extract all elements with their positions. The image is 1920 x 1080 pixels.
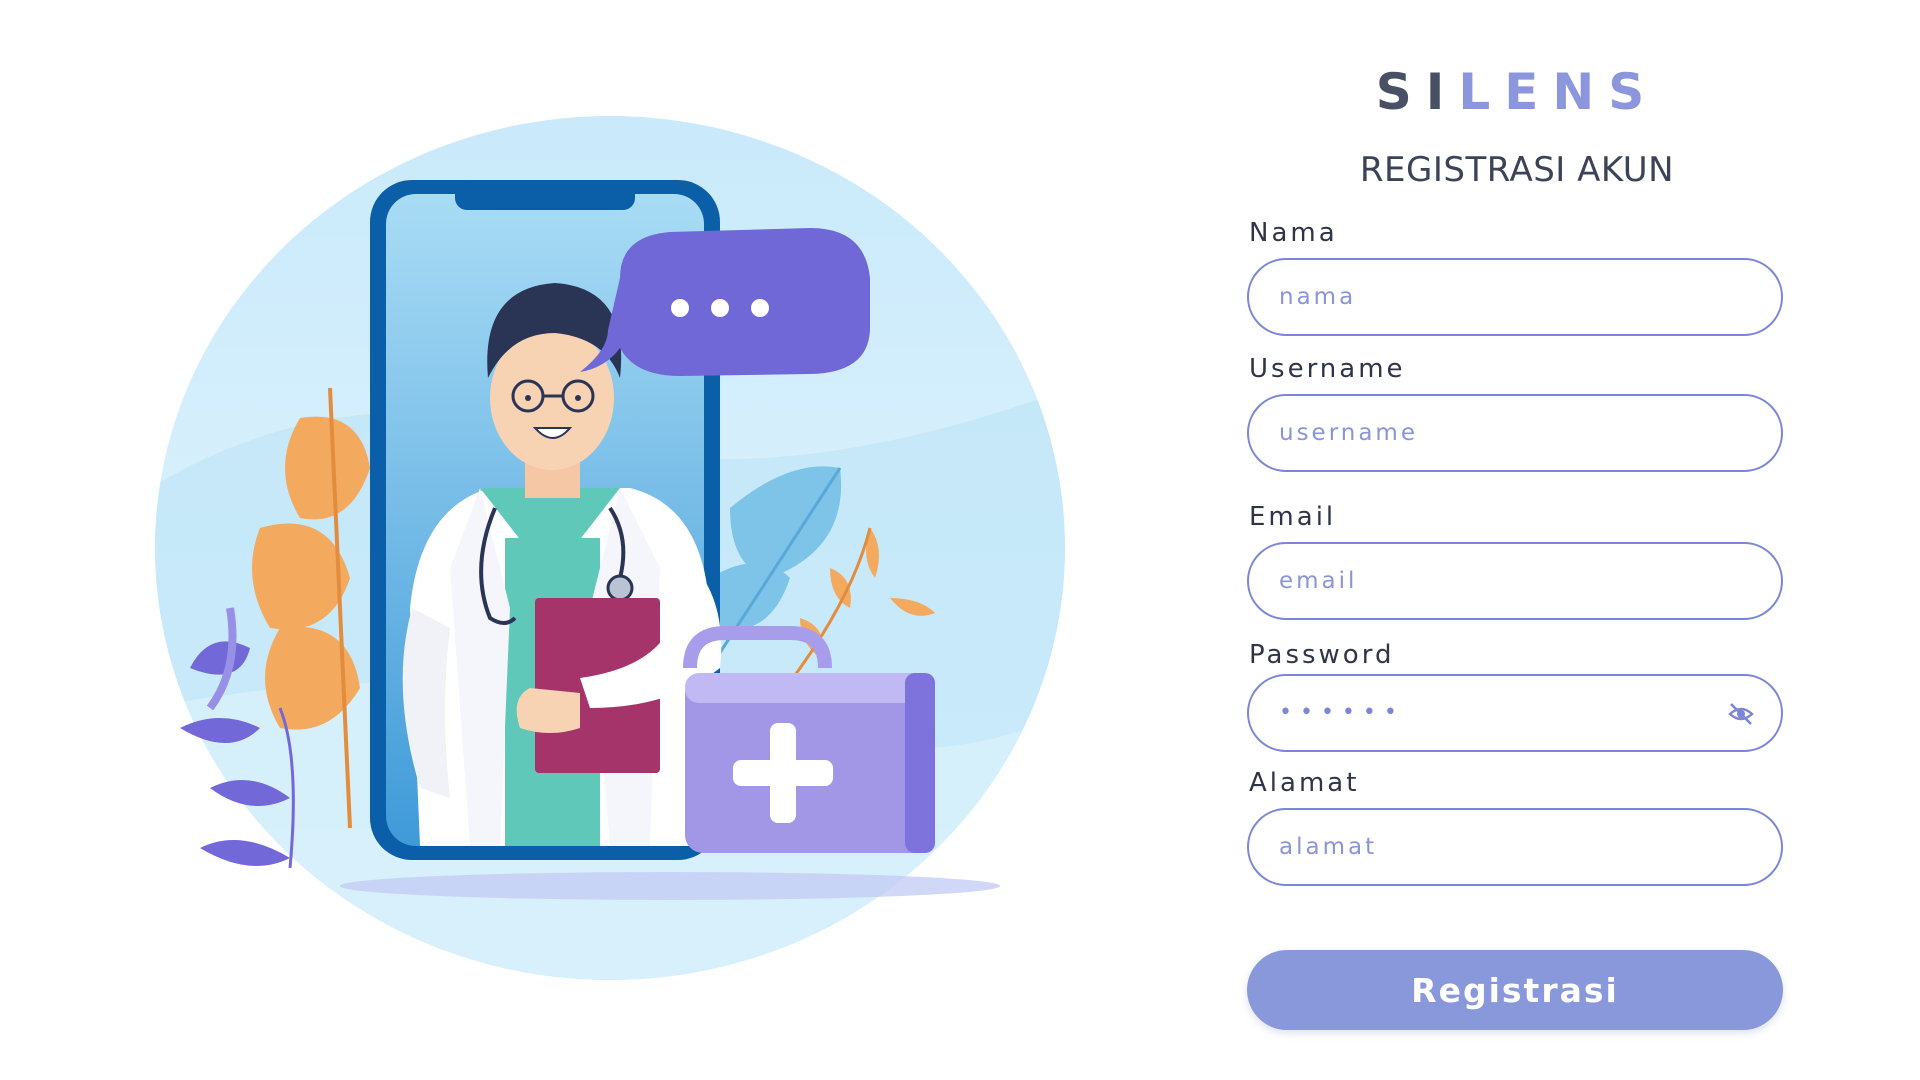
registration-page: SILENS REGISTRASI AKUN Nama Username Ema… bbox=[0, 0, 1920, 1080]
alamat-field[interactable] bbox=[1247, 808, 1783, 886]
nama-label: Nama bbox=[1249, 218, 1338, 248]
username-label: Username bbox=[1249, 354, 1406, 384]
brand-part-2: LENS bbox=[1458, 63, 1659, 121]
password-field[interactable]: •••••• bbox=[1247, 674, 1783, 752]
nama-input[interactable] bbox=[1279, 260, 1719, 334]
brand-part-1: SI bbox=[1375, 63, 1459, 121]
eye-slash-icon[interactable] bbox=[1727, 700, 1755, 728]
username-field[interactable] bbox=[1247, 394, 1783, 472]
password-masked-value[interactable]: •••••• bbox=[1279, 676, 1405, 750]
nama-field[interactable] bbox=[1247, 258, 1783, 336]
username-input[interactable] bbox=[1279, 396, 1719, 470]
registration-form: SILENS REGISTRASI AKUN Nama Username Ema… bbox=[1247, 0, 1787, 1080]
email-input[interactable] bbox=[1279, 544, 1719, 618]
doctor-illustration bbox=[155, 116, 1065, 980]
page-title: REGISTRASI AKUN bbox=[1359, 150, 1675, 190]
email-label: Email bbox=[1249, 502, 1337, 532]
brand-logo: SILENS bbox=[1247, 62, 1787, 122]
alamat-input[interactable] bbox=[1279, 810, 1719, 884]
email-field[interactable] bbox=[1247, 542, 1783, 620]
password-label: Password bbox=[1249, 640, 1395, 670]
register-button[interactable]: Registrasi bbox=[1247, 950, 1783, 1030]
alamat-label: Alamat bbox=[1249, 768, 1360, 798]
